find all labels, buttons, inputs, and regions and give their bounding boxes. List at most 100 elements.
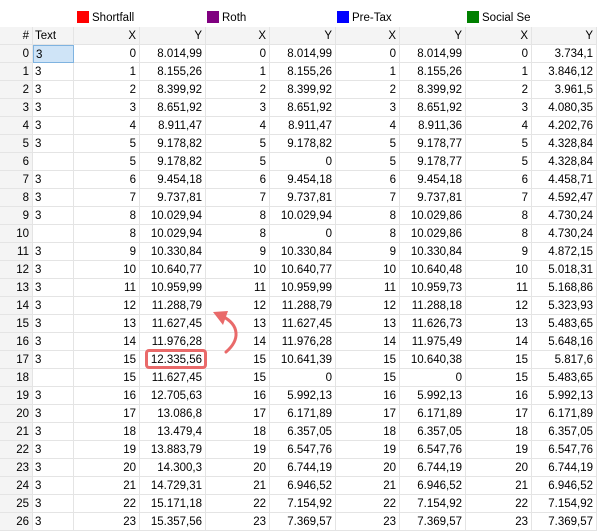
row-index[interactable]: 0 <box>0 45 33 63</box>
table-cell[interactable]: 6.946,52 <box>400 477 466 495</box>
table-cell[interactable]: 10.959,99 <box>270 279 336 297</box>
text-cell[interactable]: 3 <box>33 207 74 225</box>
table-cell[interactable]: 8 <box>466 207 532 225</box>
text-cell[interactable] <box>33 225 74 243</box>
table-cell[interactable]: 4.730,24 <box>532 207 597 225</box>
text-cell[interactable]: 3 <box>33 351 74 369</box>
table-cell[interactable]: 4.730,24 <box>532 225 597 243</box>
table-cell[interactable]: 8.911,47 <box>140 117 206 135</box>
table-cell[interactable]: 13.086,8 <box>140 405 206 423</box>
column-header-y[interactable]: Y <box>400 27 466 45</box>
table-cell[interactable]: 22 <box>466 495 532 513</box>
table-cell[interactable]: 7 <box>466 189 532 207</box>
row-index[interactable]: 2 <box>0 81 33 99</box>
column-group-header[interactable]: Social Se <box>467 8 595 28</box>
text-cell[interactable] <box>33 369 74 387</box>
table-cell[interactable]: 8.399,92 <box>140 81 206 99</box>
table-cell[interactable]: 18 <box>466 423 532 441</box>
row-index[interactable]: 7 <box>0 171 33 189</box>
table-cell[interactable]: 10.641,39 <box>270 351 336 369</box>
table-cell[interactable]: 3.846,12 <box>532 63 597 81</box>
table-cell[interactable]: 0 <box>466 45 532 63</box>
table-cell[interactable]: 15.357,56 <box>140 513 206 531</box>
table-cell[interactable]: 10 <box>466 261 532 279</box>
table-cell[interactable]: 6 <box>336 171 400 189</box>
table-cell[interactable]: 6.171,89 <box>532 405 597 423</box>
table-cell[interactable]: 9.178,82 <box>270 135 336 153</box>
table-cell[interactable]: 21 <box>336 477 400 495</box>
column-header-x[interactable]: X <box>206 27 270 45</box>
row-index[interactable]: 9 <box>0 207 33 225</box>
table-cell[interactable]: 4.872,15 <box>532 243 597 261</box>
table-cell[interactable]: 15 <box>466 369 532 387</box>
table-cell[interactable]: 7.154,92 <box>400 495 466 513</box>
table-cell[interactable]: 11.627,45 <box>140 315 206 333</box>
table-cell[interactable]: 10 <box>74 261 140 279</box>
table-cell[interactable]: 9 <box>206 243 270 261</box>
table-cell[interactable]: 2 <box>206 81 270 99</box>
table-cell[interactable]: 10.330,84 <box>400 243 466 261</box>
table-cell[interactable]: 11.288,79 <box>270 297 336 315</box>
table-cell[interactable]: 5.992,13 <box>270 387 336 405</box>
column-header-y[interactable]: Y <box>270 27 336 45</box>
table-cell[interactable]: 8.651,92 <box>400 99 466 117</box>
text-cell[interactable]: 3 <box>33 63 74 81</box>
table-cell[interactable]: 10.640,38 <box>400 351 466 369</box>
row-index[interactable]: 4 <box>0 117 33 135</box>
row-index[interactable]: 23 <box>0 459 33 477</box>
table-cell[interactable]: 8.014,99 <box>270 45 336 63</box>
table-cell[interactable]: 8.399,92 <box>270 81 336 99</box>
column-group-header[interactable]: Roth <box>207 8 335 28</box>
row-index[interactable]: 16 <box>0 333 33 351</box>
table-cell[interactable]: 15.171,18 <box>140 495 206 513</box>
table-cell[interactable]: 3.734,1 <box>532 45 597 63</box>
table-cell[interactable]: 4 <box>206 117 270 135</box>
row-index[interactable]: 14 <box>0 297 33 315</box>
table-cell[interactable]: 16 <box>466 387 532 405</box>
table-cell[interactable]: 3.961,5 <box>532 81 597 99</box>
row-index[interactable]: 3 <box>0 99 33 117</box>
table-cell[interactable]: 15 <box>74 369 140 387</box>
table-cell[interactable]: 7.369,57 <box>532 513 597 531</box>
table-cell[interactable]: 0 <box>206 45 270 63</box>
table-cell[interactable]: 6 <box>466 171 532 189</box>
table-cell[interactable]: 13 <box>74 315 140 333</box>
table-cell[interactable]: 18 <box>74 423 140 441</box>
row-index[interactable]: 15 <box>0 315 33 333</box>
row-index[interactable]: 10 <box>0 225 33 243</box>
column-group-header[interactable]: Pre-Tax <box>337 8 465 28</box>
table-cell[interactable]: 20 <box>466 459 532 477</box>
table-cell[interactable]: 11.626,73 <box>400 315 466 333</box>
text-cell[interactable]: 3 <box>33 261 74 279</box>
table-cell[interactable]: 3 <box>206 99 270 117</box>
table-cell[interactable]: 5.817,6 <box>532 351 597 369</box>
table-cell[interactable]: 4.458,71 <box>532 171 597 189</box>
table-cell[interactable]: 5 <box>206 153 270 171</box>
row-index[interactable]: 11 <box>0 243 33 261</box>
table-cell[interactable]: 6 <box>206 171 270 189</box>
table-cell[interactable]: 8.014,99 <box>400 45 466 63</box>
text-cell[interactable]: 3 <box>33 387 74 405</box>
table-cell[interactable]: 11.627,45 <box>140 369 206 387</box>
table-cell[interactable]: 13.883,79 <box>140 441 206 459</box>
table-cell[interactable]: 7.369,57 <box>400 513 466 531</box>
table-cell[interactable]: 6.946,52 <box>532 477 597 495</box>
table-cell[interactable]: 8 <box>206 225 270 243</box>
table-cell[interactable]: 5.323,93 <box>532 297 597 315</box>
table-cell[interactable]: 9 <box>466 243 532 261</box>
table-cell[interactable]: 11.288,79 <box>140 297 206 315</box>
table-cell[interactable]: 9.737,81 <box>140 189 206 207</box>
table-cell[interactable]: 9.178,77 <box>400 153 466 171</box>
table-cell[interactable]: 0 <box>270 225 336 243</box>
table-cell[interactable]: 20 <box>206 459 270 477</box>
table-cell[interactable]: 6.547,76 <box>400 441 466 459</box>
table-cell[interactable]: 8.911,36 <box>400 117 466 135</box>
row-index[interactable]: 19 <box>0 387 33 405</box>
table-cell[interactable]: 6.171,89 <box>270 405 336 423</box>
table-cell[interactable]: 8 <box>466 225 532 243</box>
table-cell[interactable]: 12 <box>336 297 400 315</box>
table-cell[interactable]: 9.178,77 <box>400 135 466 153</box>
table-cell[interactable]: 10.330,84 <box>270 243 336 261</box>
table-cell[interactable]: 19 <box>466 441 532 459</box>
column-header-x[interactable]: X <box>466 27 532 45</box>
